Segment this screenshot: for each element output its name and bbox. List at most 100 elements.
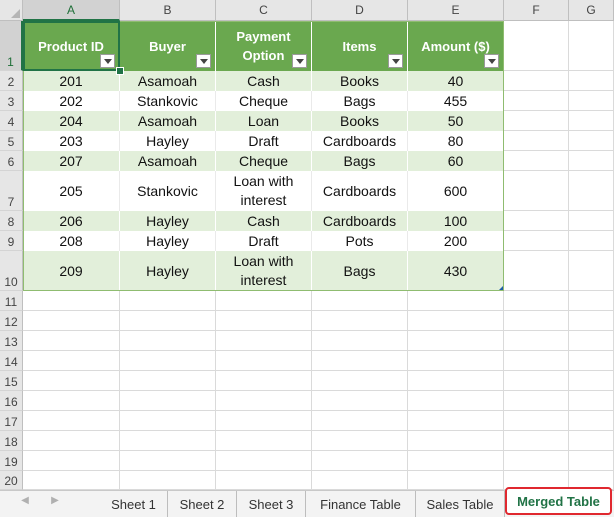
table-cell-item[interactable]: Bags: [312, 251, 408, 291]
grid-cell[interactable]: [216, 291, 312, 311]
grid-cell[interactable]: [23, 311, 120, 331]
grid-cell[interactable]: [120, 371, 216, 391]
grid-cell[interactable]: [312, 431, 408, 451]
grid-cell[interactable]: [408, 411, 504, 431]
table-cell-item[interactable]: Bags: [312, 151, 408, 171]
grid-cell[interactable]: [569, 231, 614, 251]
table-cell-id[interactable]: 203: [23, 131, 120, 151]
table-cell-amount[interactable]: 60: [408, 151, 504, 171]
grid-cell[interactable]: [408, 331, 504, 351]
grid-cell[interactable]: [569, 451, 614, 471]
grid-cell[interactable]: [504, 411, 569, 431]
grid-cell[interactable]: [120, 431, 216, 451]
grid-cell[interactable]: [312, 351, 408, 371]
grid-cell[interactable]: [408, 391, 504, 411]
grid-cell[interactable]: [569, 431, 614, 451]
table-cell-amount[interactable]: 100: [408, 211, 504, 231]
table-cell-payment[interactable]: Loan with interest: [216, 171, 312, 211]
table-cell-buyer[interactable]: Stankovic: [120, 91, 216, 111]
sheet-tab-finance-table[interactable]: Finance Table: [306, 491, 416, 517]
column-header-e[interactable]: E: [408, 0, 504, 21]
table-cell-buyer[interactable]: Asamoah: [120, 151, 216, 171]
grid-cell[interactable]: [569, 411, 614, 431]
sheet-tab-sheet-2[interactable]: Sheet 2: [168, 491, 237, 517]
table-cell-id[interactable]: 202: [23, 91, 120, 111]
row-header-13[interactable]: 13: [0, 331, 23, 351]
grid-cell[interactable]: [120, 291, 216, 311]
grid-cell[interactable]: [569, 251, 614, 291]
fill-handle[interactable]: [116, 67, 124, 75]
grid-cell[interactable]: [569, 311, 614, 331]
row-header-19[interactable]: 19: [0, 451, 23, 471]
filter-dropdown-button[interactable]: [196, 54, 211, 68]
table-cell-item[interactable]: Cardboards: [312, 211, 408, 231]
grid-cell[interactable]: [408, 351, 504, 371]
grid-cell[interactable]: [408, 311, 504, 331]
grid-cell[interactable]: [408, 371, 504, 391]
table-header-3[interactable]: Items: [312, 21, 408, 71]
table-cell-id[interactable]: 206: [23, 211, 120, 231]
grid-cell[interactable]: [504, 131, 569, 151]
grid-cell[interactable]: [569, 211, 614, 231]
table-cell-payment[interactable]: Draft: [216, 131, 312, 151]
grid-cell[interactable]: [504, 71, 569, 91]
grid-cell[interactable]: [216, 451, 312, 471]
table-cell-buyer[interactable]: Stankovic: [120, 171, 216, 211]
grid-cell[interactable]: [120, 451, 216, 471]
grid-cell[interactable]: [504, 251, 569, 291]
grid-cell[interactable]: [569, 171, 614, 211]
grid-cell[interactable]: [504, 171, 569, 211]
row-header-18[interactable]: 18: [0, 431, 23, 451]
grid-cell[interactable]: [569, 351, 614, 371]
filter-dropdown-button[interactable]: [484, 54, 499, 68]
grid-cell[interactable]: [569, 151, 614, 171]
table-header-1[interactable]: Buyer: [120, 21, 216, 71]
grid-cell[interactable]: [569, 91, 614, 111]
grid-cell[interactable]: [23, 431, 120, 451]
grid-cell[interactable]: [216, 471, 312, 490]
sheet-tab-merged-table[interactable]: Merged Table: [505, 487, 612, 515]
grid-cell[interactable]: [23, 471, 120, 490]
grid-cell[interactable]: [569, 391, 614, 411]
row-header-15[interactable]: 15: [0, 371, 23, 391]
filter-dropdown-button[interactable]: [100, 54, 115, 68]
grid-cell[interactable]: [120, 331, 216, 351]
table-cell-item[interactable]: Cardboards: [312, 171, 408, 211]
grid-cell[interactable]: [312, 371, 408, 391]
row-header-16[interactable]: 16: [0, 391, 23, 411]
grid-cell[interactable]: [569, 131, 614, 151]
grid-cell[interactable]: [504, 331, 569, 351]
grid-cell[interactable]: [569, 111, 614, 131]
grid-cell[interactable]: [23, 371, 120, 391]
grid-cell[interactable]: [216, 411, 312, 431]
grid-cell[interactable]: [312, 311, 408, 331]
grid-cell[interactable]: [23, 331, 120, 351]
column-header-b[interactable]: B: [120, 0, 216, 21]
grid-cell[interactable]: [23, 391, 120, 411]
table-cell-id[interactable]: 208: [23, 231, 120, 251]
table-cell-amount[interactable]: 80: [408, 131, 504, 151]
table-cell-payment[interactable]: Cheque: [216, 151, 312, 171]
grid-cell[interactable]: [569, 291, 614, 311]
row-header-1[interactable]: 1: [0, 21, 23, 71]
sheet-tab-sheet-1[interactable]: Sheet 1: [100, 491, 168, 517]
table-cell-item[interactable]: Books: [312, 71, 408, 91]
grid-cell[interactable]: [504, 431, 569, 451]
grid-cell[interactable]: [504, 151, 569, 171]
table-header-0[interactable]: Product ID: [23, 21, 120, 71]
select-all-corner[interactable]: [0, 0, 23, 21]
grid-cell[interactable]: [504, 91, 569, 111]
table-cell-amount[interactable]: 430: [408, 251, 504, 291]
row-header-10[interactable]: 10: [0, 251, 23, 291]
grid-cell[interactable]: [216, 311, 312, 331]
spreadsheet-grid[interactable]: ABCDEFG 1 2 3 4 5 6 7 8 9 10 11 12 13 14 15 16 17 18 19 20 …: [0, 0, 614, 490]
grid-cell[interactable]: [569, 21, 614, 71]
table-cell-id[interactable]: 204: [23, 111, 120, 131]
grid-cell[interactable]: [120, 351, 216, 371]
grid-cell[interactable]: [23, 291, 120, 311]
table-cell-id[interactable]: 205: [23, 171, 120, 211]
row-header-14[interactable]: 14: [0, 351, 23, 371]
grid-cell[interactable]: [504, 231, 569, 251]
column-header-c[interactable]: C: [216, 0, 312, 21]
table-cell-buyer[interactable]: Hayley: [120, 211, 216, 231]
